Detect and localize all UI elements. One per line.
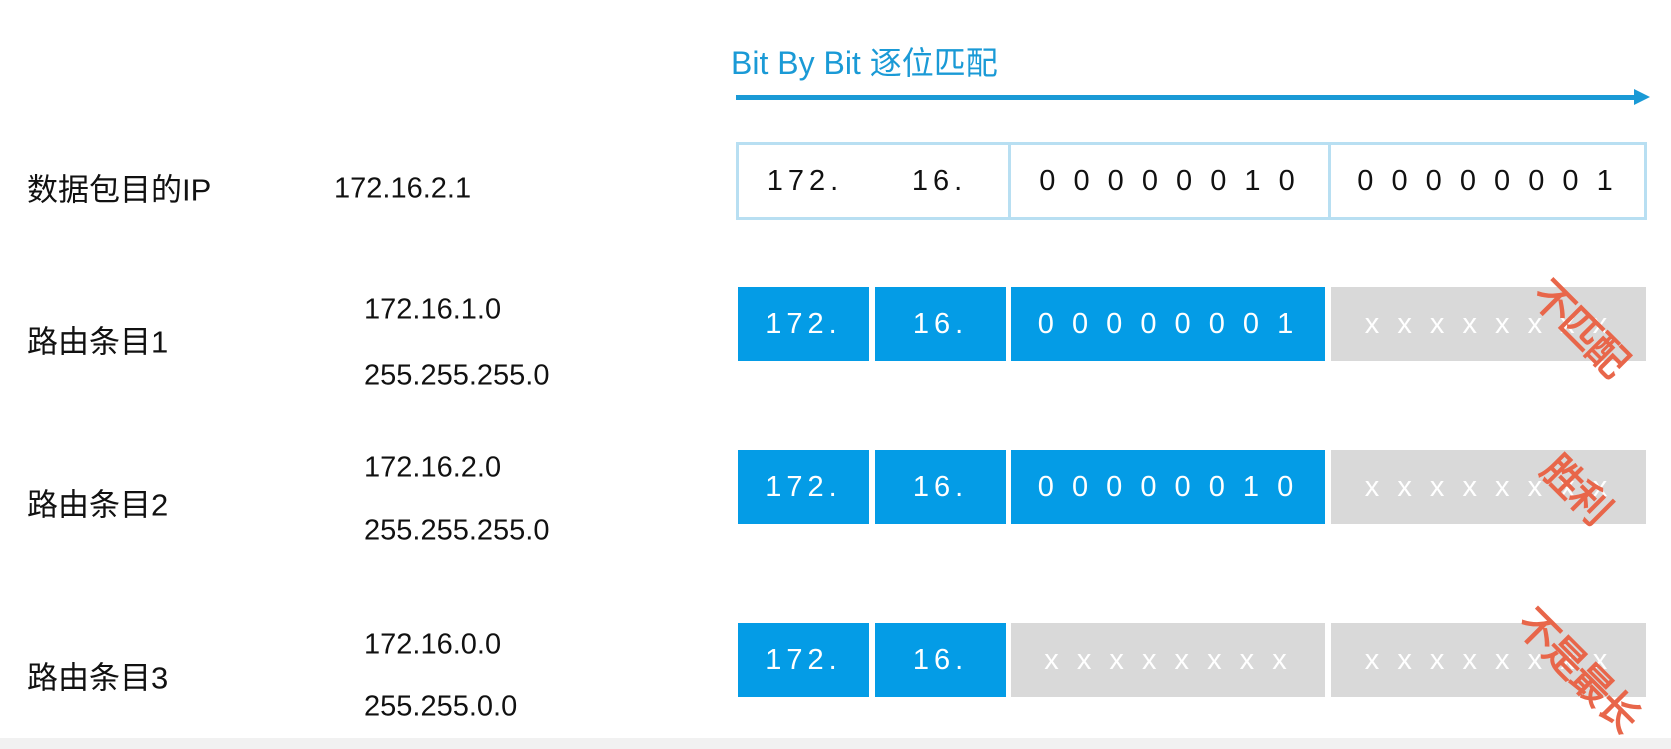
packet-dest-ip-value: 172.16.2.1 [334, 172, 472, 205]
slide-bottom-edge [0, 738, 1671, 749]
route-1-mask: 255.255.255.0 [364, 359, 550, 392]
direction-arrow-line [736, 95, 1636, 100]
route-3-label: 路由条目3 [27, 660, 169, 696]
route-3-octet-1: 172. [738, 623, 869, 697]
route-2-octet-2: 16. [875, 450, 1006, 524]
route-3-octet-2: 16. [875, 623, 1006, 697]
route-2-mask: 255.255.255.0 [364, 514, 550, 547]
route-2-label: 路由条目2 [27, 487, 169, 523]
route-3-network: 172.16.0.0 [364, 628, 502, 661]
packet-dest-ip-label: 数据包目的IP [27, 172, 212, 208]
route-3-mask: 255.255.0.0 [364, 690, 518, 723]
route-2-octet-1: 172. [738, 450, 869, 524]
route-1-octet-2: 16. [875, 287, 1006, 361]
arrow-right-icon [1634, 89, 1650, 105]
packet-octet-2: 16. [871, 142, 1011, 220]
route-1-octet-3: 0 0 0 0 0 0 0 1 [1011, 287, 1325, 361]
route-1-label: 路由条目1 [27, 324, 169, 360]
packet-octet-3: 0 0 0 0 0 0 1 0 [1008, 142, 1331, 220]
route-1-octet-1: 172. [738, 287, 869, 361]
diagram-title: Bit By Bit 逐位匹配 [731, 45, 998, 81]
route-1-network: 172.16.1.0 [364, 293, 502, 326]
route-3-octet-3: x x x x x x x x [1011, 623, 1325, 697]
packet-octet-4: 0 0 0 0 0 0 0 1 [1328, 142, 1647, 220]
route-2-octet-3: 0 0 0 0 0 0 1 0 [1011, 450, 1325, 524]
route-2-network: 172.16.2.0 [364, 451, 502, 484]
packet-octet-1: 172. [736, 142, 874, 220]
